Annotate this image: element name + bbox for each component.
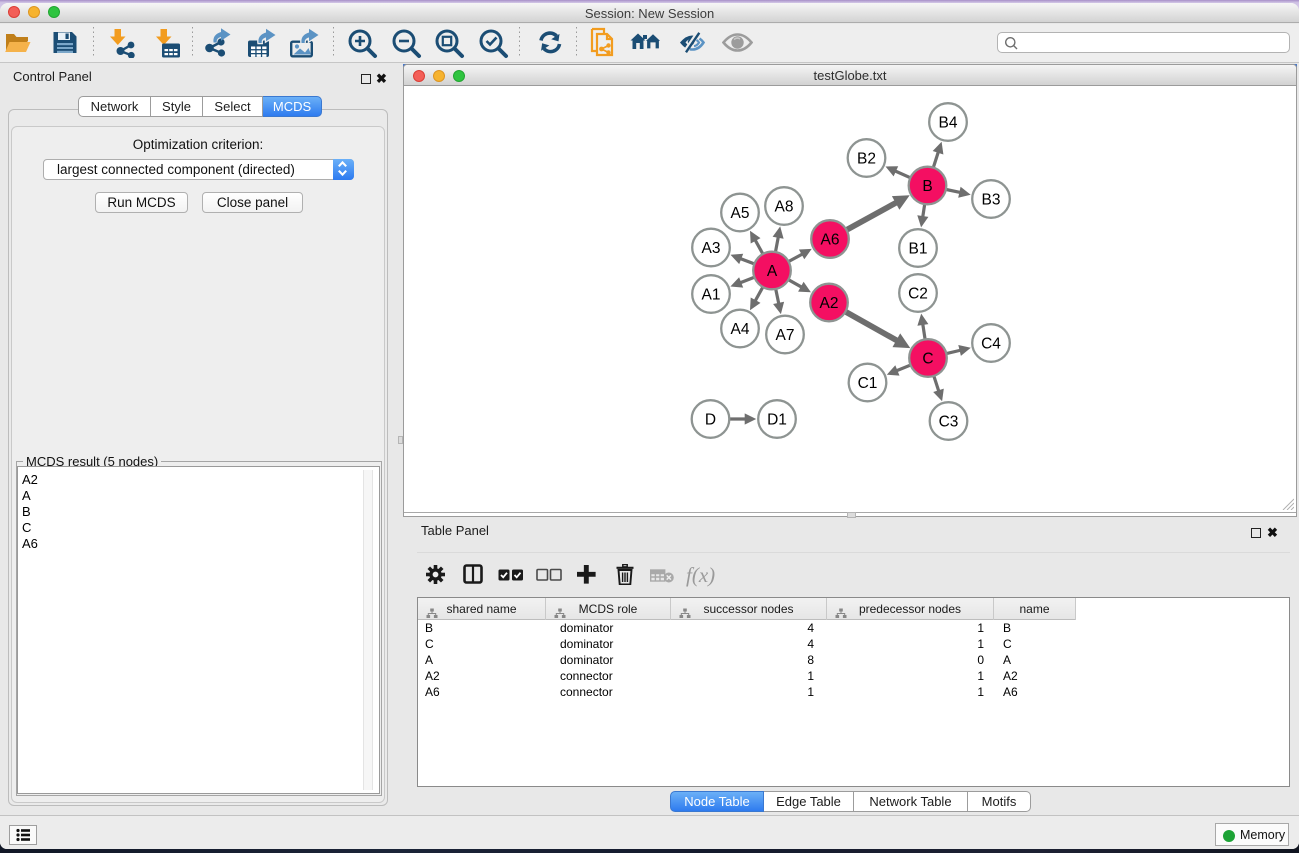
svg-text:A6: A6 [821,232,840,249]
svg-text:A: A [767,263,778,280]
svg-text:D1: D1 [767,412,787,429]
svg-text:A2: A2 [820,295,839,312]
svg-text:A4: A4 [731,321,750,338]
svg-text:A8: A8 [775,199,794,216]
svg-text:D: D [705,412,716,429]
svg-text:A1: A1 [702,287,721,304]
svg-text:A3: A3 [702,240,721,257]
svg-text:C3: C3 [939,414,959,431]
svg-text:B2: B2 [857,151,876,168]
svg-text:B4: B4 [939,115,958,132]
svg-text:A7: A7 [776,327,795,344]
svg-text:B1: B1 [909,241,928,258]
svg-text:B3: B3 [982,192,1001,209]
svg-text:A5: A5 [731,205,750,222]
svg-text:C2: C2 [908,286,928,303]
svg-text:C4: C4 [981,336,1001,353]
svg-text:B: B [922,178,932,195]
svg-text:C1: C1 [858,375,878,392]
svg-text:C: C [922,351,933,368]
